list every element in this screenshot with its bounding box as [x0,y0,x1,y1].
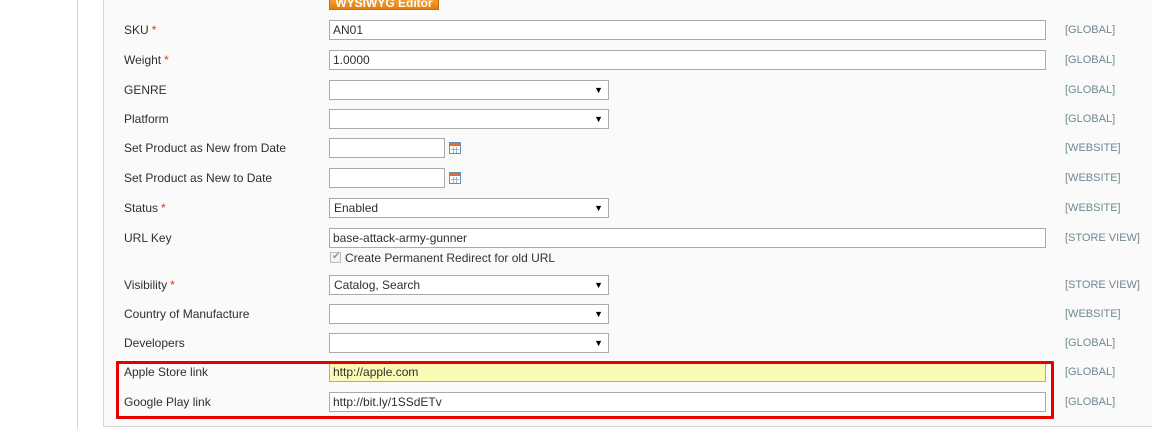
field-row-url-key: URL Key [STORE VIEW] [0,226,1152,250]
field-row-new-from-date: Set Product as New from Date [WEBSITE] [0,136,1152,160]
weight-input[interactable] [329,50,1046,70]
developers-select[interactable]: ▼ [329,333,609,353]
weight-scope: [GLOBAL] [1065,54,1116,66]
field-row-status: Status * Enabled ▼ [WEBSITE] [0,196,1152,220]
country-label: Country of Manufacture [124,307,250,321]
field-row-new-to-date: Set Product as New to Date [WEBSITE] [0,166,1152,190]
sku-scope: [GLOBAL] [1065,24,1116,36]
redirect-checkbox[interactable]: ✔ [330,251,341,264]
genre-select[interactable]: ▼ [329,80,609,100]
required-marker: * [161,201,166,215]
field-row-developers: Developers ▼ [GLOBAL] [0,331,1152,355]
developers-scope: [GLOBAL] [1065,337,1116,349]
redirect-checkbox-label: Create Permanent Redirect for old URL [345,250,556,265]
new-from-date-label: Set Product as New from Date [124,141,287,155]
field-row-platform: Platform ▼ [GLOBAL] [0,107,1152,131]
url-key-scope: [STORE VIEW] [1065,232,1140,244]
platform-scope: [GLOBAL] [1065,113,1116,125]
field-row-country: Country of Manufacture ▼ [WEBSITE] [0,302,1152,326]
sku-label: SKU * [124,23,157,37]
new-from-date-scope: [WEBSITE] [1065,142,1121,154]
status-scope: [WEBSITE] [1065,202,1121,214]
genre-label: GENRE [124,83,167,97]
new-to-date-scope: [WEBSITE] [1065,172,1121,184]
wysiwyg-editor-button[interactable]: WYSIWYG Editor [329,0,439,10]
visibility-selected-value: Catalog, Search [334,278,421,292]
required-marker: * [164,53,169,67]
new-to-date-input[interactable] [329,168,445,188]
field-row-genre: GENRE ▼ [GLOBAL] [0,78,1152,102]
new-from-date-input[interactable] [329,138,445,158]
platform-select[interactable]: ▼ [329,109,609,129]
chevron-down-icon: ▼ [594,85,603,95]
chevron-down-icon: ▼ [594,338,603,348]
country-select[interactable]: ▼ [329,304,609,324]
calendar-icon[interactable] [449,172,461,184]
chevron-down-icon: ▼ [594,309,603,319]
field-row-sku: SKU* [GLOBAL] [0,18,1152,42]
checkmark-icon: ✔ [332,251,341,263]
chevron-down-icon: ▼ [594,114,603,124]
url-key-input[interactable] [329,228,1046,248]
visibility-select[interactable]: Catalog, Search ▼ [329,275,609,295]
status-selected-value: Enabled [334,201,379,215]
calendar-icon[interactable] [449,142,461,154]
genre-scope: [GLOBAL] [1065,84,1116,96]
highlight-annotation-box [116,361,1054,419]
apple-store-link-scope: [GLOBAL] [1065,366,1116,378]
field-row-visibility: Visibility * Catalog, Search ▼ [STORE VIEW… [0,273,1152,297]
url-key-label: URL Key [124,231,172,245]
field-row-weight: Weight* [GLOBAL] [0,48,1152,72]
visibility-label: Visibility * [124,278,175,292]
status-label: Status * [124,201,166,215]
sku-input[interactable] [329,20,1046,40]
chevron-down-icon: ▼ [594,280,603,290]
developers-label: Developers [124,336,185,350]
country-scope: [WEBSITE] [1065,308,1121,320]
platform-label: Platform [124,112,169,126]
new-to-date-label: Set Product as New to Date [124,171,273,185]
redirect-option: ✔ Create Permanent Redirect for old URL [330,250,556,265]
required-marker: * [170,278,175,292]
visibility-scope: [STORE VIEW] [1065,279,1140,291]
status-select[interactable]: Enabled ▼ [329,198,609,218]
required-marker: * [151,23,157,37]
weight-label: Weight * [124,53,169,67]
chevron-down-icon: ▼ [594,203,603,213]
google-play-link-scope: [GLOBAL] [1065,396,1116,408]
